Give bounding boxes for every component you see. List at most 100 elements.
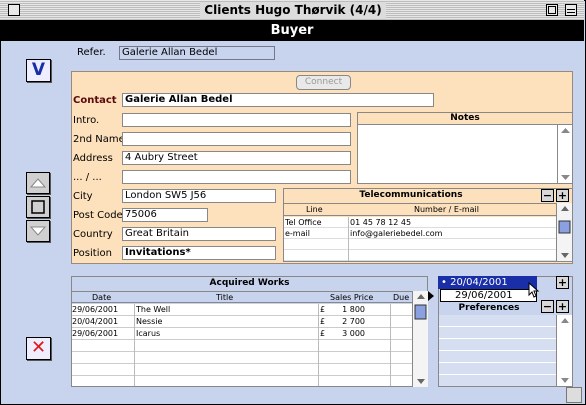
- notes-scrollbar[interactable]: [557, 125, 572, 183]
- window-title: Clients Hugo Thørvik (4/4): [200, 2, 386, 19]
- country-field[interactable]: Great Britain: [122, 227, 276, 241]
- close-box[interactable]: [8, 4, 20, 16]
- table-row[interactable]: e-mail info@galeriebedel.com: [284, 228, 556, 239]
- delete-button[interactable]: ✕: [26, 337, 51, 360]
- mouse-pointer-icon: [528, 282, 540, 298]
- column-divider: [134, 304, 135, 386]
- resize-handle[interactable]: [566, 387, 582, 403]
- address-field[interactable]: 4 Aubry Street: [122, 151, 351, 165]
- intro-field[interactable]: [122, 113, 351, 127]
- scroll-thumb-icon: [558, 206, 571, 258]
- date-popup-selected[interactable]: • 20/04/2001: [438, 276, 537, 289]
- checkmark-icon: V: [31, 60, 46, 80]
- table-row[interactable]: 29/06/2001 The Well £ 1 800: [72, 304, 412, 316]
- cell-title: Icarus: [136, 329, 161, 338]
- contact-label: Contact: [73, 95, 117, 106]
- page-title: Buyer: [0, 21, 584, 41]
- address2-label: ... / ...: [73, 172, 102, 183]
- preferences-remove-button[interactable]: −: [541, 300, 554, 313]
- column-header-line: Line: [306, 205, 323, 214]
- connect-button[interactable]: Connect: [296, 75, 351, 90]
- cell-date: 29/06/2001: [72, 329, 119, 338]
- column-divider: [390, 304, 391, 386]
- cell-currency: £: [320, 329, 326, 338]
- second-name-field[interactable]: [122, 132, 351, 146]
- table-row[interactable]: [72, 352, 412, 364]
- triangle-right-icon: [428, 291, 434, 301]
- cell-title: Nessie: [136, 317, 163, 326]
- arrow-down-icon: [29, 226, 47, 236]
- stop-button[interactable]: [26, 196, 50, 218]
- cell-number: info@galeriebedel.com: [350, 229, 443, 238]
- previous-record-button[interactable]: [26, 172, 50, 194]
- cell-currency: £: [320, 305, 326, 314]
- cell-currency: £: [320, 317, 326, 326]
- next-record-button[interactable]: [26, 220, 50, 242]
- city-label: City: [73, 191, 93, 202]
- preferences-add-button[interactable]: +: [556, 300, 569, 313]
- works-header: Date Title Sales Price Due: [72, 291, 412, 303]
- intro-label: Intro.: [73, 115, 100, 126]
- collapse-box[interactable]: [565, 4, 577, 16]
- zoom-box[interactable]: [546, 4, 558, 16]
- scroll-arrows-icon: [561, 318, 569, 383]
- postcode-field[interactable]: 75006: [122, 208, 208, 222]
- date-selected-label: 20/04/2001: [450, 277, 508, 288]
- works-table: 29/06/2001 The Well £ 1 800 20/04/2001 N…: [72, 304, 412, 386]
- address-label: Address: [73, 153, 113, 164]
- postcode-label: Post Code: [73, 210, 123, 221]
- telecom-scrollbar[interactable]: [556, 203, 572, 261]
- cell-price: 1 800: [342, 305, 365, 314]
- refer-label: Refer.: [77, 47, 106, 58]
- cell-price: 2 700: [342, 317, 365, 326]
- contact-field[interactable]: Galerie Allan Bedel: [122, 93, 434, 107]
- address2-field[interactable]: [122, 170, 351, 184]
- preferences-list[interactable]: [439, 315, 556, 386]
- notes-title: Notes: [357, 112, 573, 125]
- works-title: Acquired Works: [209, 278, 290, 288]
- works-scrollbar[interactable]: [412, 291, 428, 387]
- table-row[interactable]: Tel Office 01 45 78 12 45: [284, 217, 556, 228]
- cell-date: 20/04/2001: [72, 317, 119, 326]
- table-row[interactable]: [72, 340, 412, 352]
- city-field[interactable]: London SW5 J56: [122, 189, 276, 203]
- preferences-title: Preferences: [458, 303, 520, 313]
- cell-date: 29/06/2001: [72, 305, 119, 314]
- table-row[interactable]: [284, 250, 556, 261]
- telecom-header: Line Number / E-mail: [284, 203, 556, 216]
- list-divider: [439, 338, 556, 339]
- second-name-label: 2nd Name: [73, 134, 125, 145]
- cell-number: 01 45 78 12 45: [350, 218, 412, 227]
- refer-field[interactable]: Galerie Allan Bedel: [119, 46, 275, 60]
- list-divider: [439, 350, 556, 351]
- country-label: Country: [73, 229, 113, 240]
- validate-button[interactable]: V: [26, 59, 51, 82]
- scroll-arrows-icon: [561, 128, 570, 180]
- telecom-title: Telecommunications: [359, 190, 463, 200]
- telecom-add-button[interactable]: +: [556, 189, 569, 202]
- cell-line: Tel Office: [285, 218, 322, 227]
- square-icon: [31, 200, 45, 214]
- list-divider: [439, 326, 556, 327]
- list-divider: [439, 374, 556, 375]
- table-row[interactable]: [284, 239, 556, 250]
- bullet-icon: •: [441, 277, 451, 288]
- notes-textarea[interactable]: [358, 125, 557, 183]
- arrow-up-icon: [29, 178, 47, 188]
- column-divider: [318, 304, 319, 386]
- date-popup-option[interactable]: 29/06/2001: [440, 289, 537, 302]
- column-header-title: Title: [216, 293, 234, 302]
- table-row[interactable]: 20/04/2001 Nessie £ 2 700: [72, 316, 412, 328]
- close-icon: ✕: [30, 337, 47, 358]
- list-divider: [439, 362, 556, 363]
- telecom-remove-button[interactable]: −: [541, 189, 554, 202]
- cell-price: 3 000: [342, 329, 365, 338]
- column-divider: [348, 217, 349, 261]
- column-header-date: Date: [92, 293, 112, 302]
- date-add-button[interactable]: +: [556, 276, 569, 289]
- position-field[interactable]: Invitations*: [122, 246, 276, 260]
- table-row[interactable]: 29/06/2001 Icarus £ 3 000: [72, 328, 412, 340]
- preferences-scrollbar[interactable]: [556, 315, 572, 386]
- table-row[interactable]: [72, 364, 412, 376]
- telecom-table: Tel Office 01 45 78 12 45 e-mail info@ga…: [284, 217, 556, 261]
